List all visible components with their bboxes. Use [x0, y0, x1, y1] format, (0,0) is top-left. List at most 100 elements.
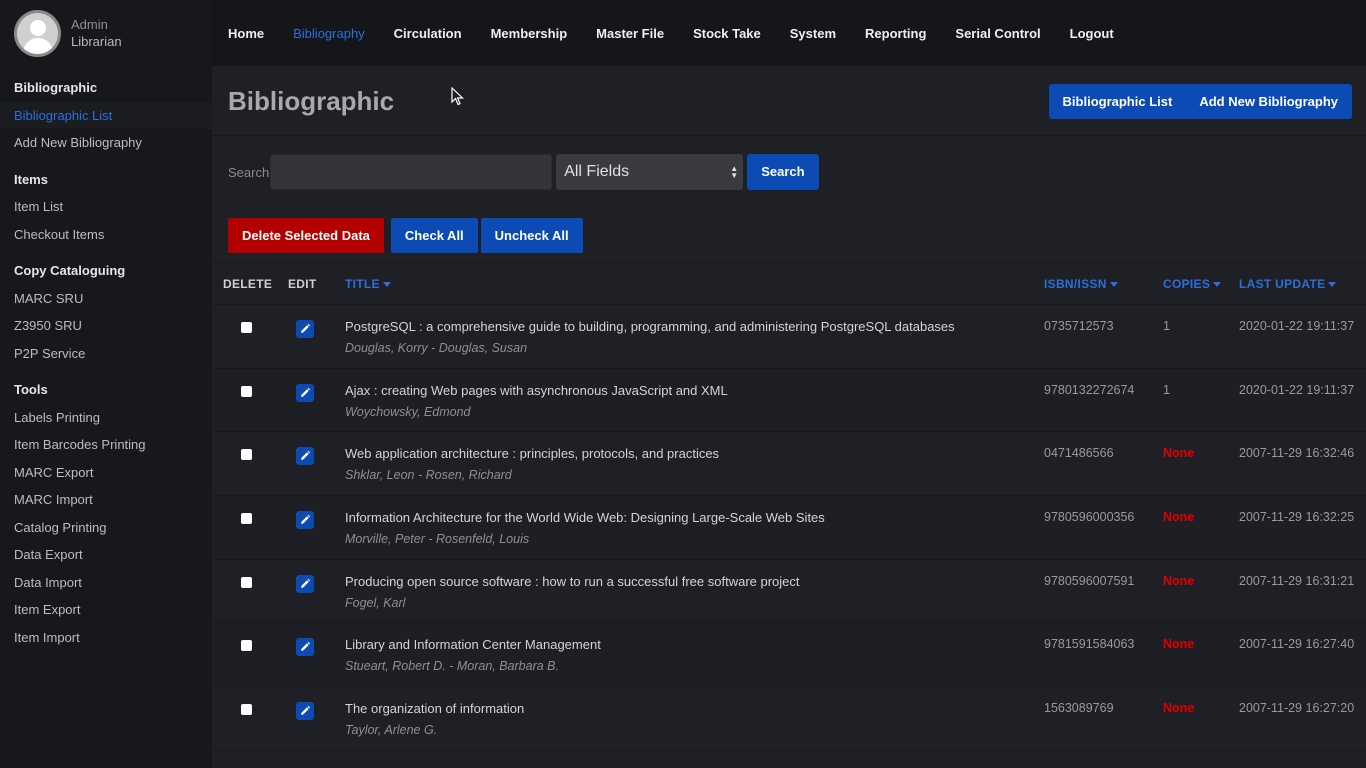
- row-title[interactable]: PostgreSQL : a comprehensive guide to bu…: [345, 319, 955, 334]
- sidebar-item-checkout-items[interactable]: Checkout Items: [0, 221, 212, 249]
- header-copies[interactable]: COPIES: [1163, 277, 1222, 291]
- row-isbn: 9780132272674: [1044, 382, 1135, 397]
- pencil-icon: [301, 642, 311, 652]
- header-title-label: TITLE: [345, 277, 380, 291]
- bibliographic-list-button[interactable]: Bibliographic List: [1063, 94, 1173, 109]
- edit-button[interactable]: [296, 511, 314, 530]
- delete-selected-button[interactable]: Delete Selected Data: [228, 218, 384, 253]
- row-title[interactable]: Web application architecture : principle…: [345, 446, 719, 461]
- nav-circulation[interactable]: Circulation: [394, 26, 462, 41]
- search-button[interactable]: Search: [747, 154, 819, 190]
- edit-button[interactable]: [296, 447, 314, 466]
- sidebar-item-item-list[interactable]: Item List: [0, 193, 212, 221]
- nav-logout[interactable]: Logout: [1070, 26, 1114, 41]
- nav-reporting[interactable]: Reporting: [865, 26, 926, 41]
- row-title[interactable]: Producing open source software : how to …: [345, 574, 800, 589]
- edit-button[interactable]: [296, 383, 314, 402]
- user-name: Librarian: [71, 34, 122, 49]
- sidebar-item-labels-printing[interactable]: Labels Printing: [0, 404, 212, 432]
- edit-button[interactable]: [296, 638, 314, 657]
- sidebar-item-marc-import[interactable]: MARC Import: [0, 486, 212, 514]
- delete-checkbox[interactable]: [241, 385, 252, 397]
- sidebar-item-item-barcodes-printing[interactable]: Item Barcodes Printing: [0, 431, 212, 459]
- row-title[interactable]: Information Architecture for the World W…: [345, 510, 825, 525]
- pencil-icon: [301, 451, 311, 461]
- edit-button[interactable]: [296, 320, 314, 338]
- page-title: Bibliographic: [228, 86, 395, 116]
- header-button-group: Bibliographic List Add New Bibliography: [1048, 84, 1352, 119]
- row-last-update: 2007-11-29 16:27:40: [1239, 637, 1355, 652]
- row-title[interactable]: Library and Information Center Managemen…: [345, 637, 601, 652]
- sidebar-item-bibliographic-list[interactable]: Bibliographic List: [0, 101, 212, 129]
- check-all-button[interactable]: Check All: [390, 218, 478, 253]
- nav-stock-take[interactable]: Stock Take: [693, 26, 761, 41]
- row-author: Shklar, Leon - Rosen, Richard: [345, 468, 512, 483]
- nav-master-file[interactable]: Master File: [596, 26, 664, 41]
- delete-checkbox[interactable]: [241, 640, 252, 652]
- table-row: PostgreSQL : a comprehensive guide to bu…: [212, 305, 1366, 369]
- sidebar-item-add-new-bibliography[interactable]: Add New Bibliography: [0, 129, 212, 157]
- uncheck-all-button[interactable]: Uncheck All: [480, 218, 583, 253]
- header-isbn[interactable]: ISBN/ISSN: [1044, 277, 1118, 291]
- header-last-update[interactable]: LAST UPDATE: [1239, 277, 1337, 291]
- row-title[interactable]: Ajax : creating Web pages with asynchron…: [345, 383, 728, 398]
- sidebar-item-data-export[interactable]: Data Export: [0, 541, 212, 569]
- search-input[interactable]: [270, 154, 553, 190]
- edit-button[interactable]: [296, 702, 314, 721]
- nav-home[interactable]: Home: [228, 26, 264, 41]
- row-author: Morville, Peter - Rosenfeld, Louis: [345, 532, 530, 547]
- table-row: Producing open source software : how to …: [212, 560, 1366, 624]
- delete-checkbox[interactable]: [241, 449, 252, 461]
- sidebar-item-marc-export[interactable]: MARC Export: [0, 459, 212, 487]
- row-copies: 1: [1163, 382, 1170, 397]
- nav-membership[interactable]: Membership: [491, 26, 568, 41]
- page-header: Bibliographic Bibliographic List Add New…: [212, 66, 1366, 136]
- pencil-icon: [301, 514, 311, 525]
- edit-button[interactable]: [296, 574, 314, 593]
- table-row: Library and Information Center Managemen…: [212, 623, 1366, 688]
- sidebar-item-z3950-sru[interactable]: Z3950 SRU: [0, 312, 212, 340]
- row-last-update: 2007-11-29 16:27:20: [1239, 701, 1355, 716]
- sidebar-item-p2p-service[interactable]: P2P Service: [0, 340, 212, 368]
- user-role: Admin: [71, 17, 108, 32]
- add-new-bibliography-button[interactable]: Add New Bibliography: [1199, 94, 1338, 109]
- row-isbn: 0735712573: [1044, 319, 1114, 333]
- sidebar-item-marc-sru[interactable]: MARC SRU: [0, 285, 212, 313]
- sidebar: Admin Librarian Bibliographic Bibliograp…: [0, 0, 212, 768]
- row-copies: 1: [1163, 319, 1170, 333]
- header-title[interactable]: TITLE: [345, 277, 391, 291]
- nav-bibliography[interactable]: Bibliography: [293, 26, 365, 41]
- sidebar-heading-items: Items: [14, 171, 48, 187]
- search-bar: Search All Fields ▲ ▼ Search: [228, 154, 819, 190]
- row-title[interactable]: The organization of information: [345, 701, 524, 716]
- row-isbn: 9780596000356: [1044, 510, 1135, 525]
- nav-system[interactable]: System: [790, 26, 836, 41]
- row-last-update: 2007-11-29 16:32:46: [1239, 446, 1355, 461]
- header-copies-label: COPIES: [1163, 277, 1211, 291]
- sidebar-item-item-export[interactable]: Item Export: [0, 596, 212, 624]
- sidebar-item-item-import[interactable]: Item Import: [0, 624, 212, 652]
- row-isbn: 1563089769: [1044, 701, 1114, 716]
- table-row: Information Architecture for the World W…: [212, 496, 1366, 560]
- row-author: Taylor, Arlene G.: [345, 723, 438, 738]
- row-isbn: 0471486566: [1044, 446, 1114, 461]
- side-menu: Bibliographic Bibliographic List Add New…: [0, 66, 212, 651]
- delete-checkbox[interactable]: [241, 704, 252, 716]
- row-copies: None: [1163, 701, 1195, 716]
- sort-caret-icon: [1213, 282, 1222, 288]
- user-box: Admin Librarian: [0, 0, 212, 66]
- table-body: PostgreSQL : a comprehensive guide to bu…: [212, 305, 1366, 751]
- delete-checkbox[interactable]: [241, 576, 252, 588]
- field-select[interactable]: All Fields ▲ ▼: [556, 154, 744, 190]
- delete-checkbox[interactable]: [241, 322, 252, 333]
- nav-serial-control[interactable]: Serial Control: [955, 26, 1040, 41]
- delete-checkbox[interactable]: [241, 513, 252, 525]
- sidebar-item-catalog-printing[interactable]: Catalog Printing: [0, 514, 212, 542]
- row-last-update: 2020-01-22 19:11:37: [1239, 382, 1355, 397]
- row-isbn: 9781591584063: [1044, 637, 1135, 652]
- pencil-icon: [301, 578, 311, 588]
- sidebar-item-data-import[interactable]: Data Import: [0, 569, 212, 597]
- header-last-update-label: LAST UPDATE: [1239, 277, 1326, 291]
- bibliography-table: DELETE EDIT TITLE ISBN/ISSN COPIES LAST …: [212, 263, 1366, 751]
- row-author: Fogel, Karl: [345, 595, 406, 610]
